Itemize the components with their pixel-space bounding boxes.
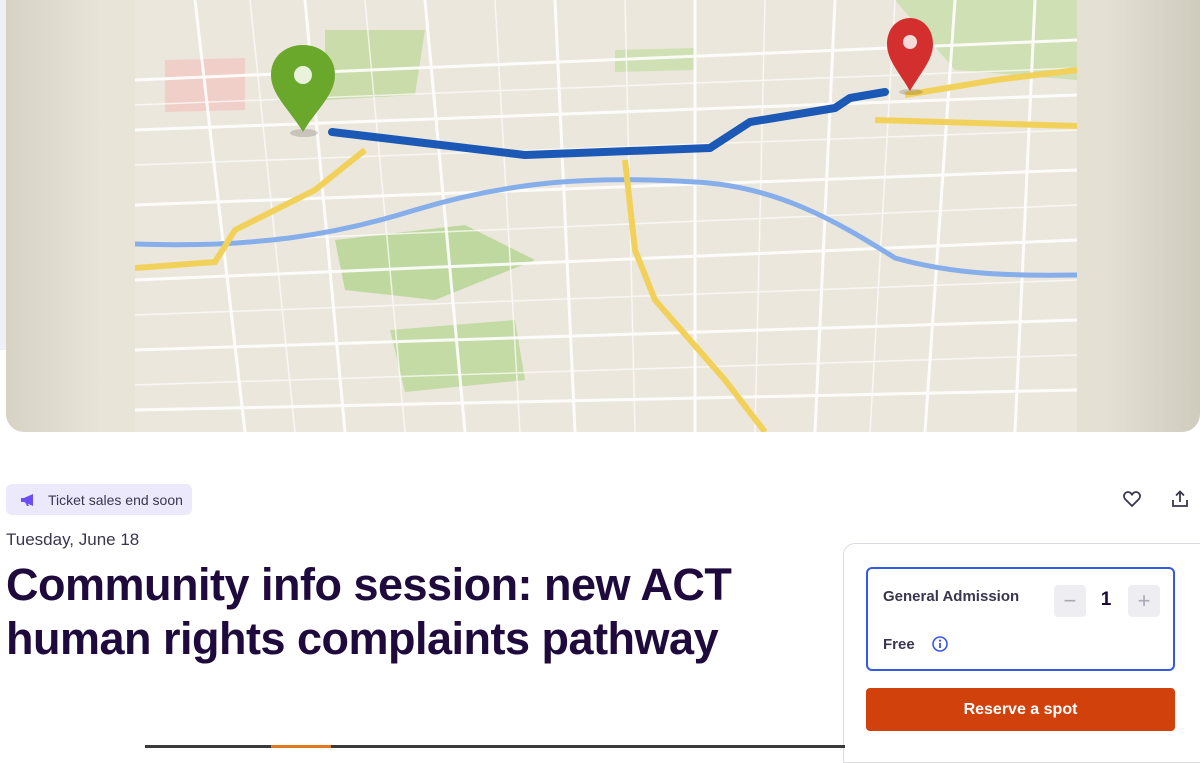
badge-label: Ticket sales end soon (48, 491, 183, 508)
info-icon[interactable] (932, 636, 948, 652)
event-date: Tuesday, June 18 (6, 530, 140, 549)
megaphone-icon (21, 493, 33, 506)
increment-button[interactable]: + (1128, 585, 1160, 617)
quantity-value: 1 (1100, 589, 1112, 610)
decrement-button[interactable]: − (1054, 585, 1086, 617)
ticket-sales-badge: Ticket sales end soon (6, 484, 192, 515)
heart-icon (1123, 491, 1141, 507)
share-icon (1172, 490, 1188, 507)
like-button[interactable] (1118, 485, 1146, 513)
reserve-button[interactable]: Reserve a spot (866, 688, 1175, 731)
ticket-name: General Admission (883, 588, 1020, 605)
ticket-price: Free (883, 636, 915, 653)
event-title: Community info session: new ACT human ri… (6, 559, 732, 664)
event-hero-image (6, 0, 1200, 432)
share-button[interactable] (1166, 485, 1194, 513)
ticket-option[interactable]: General Admission − 1 + Free (866, 567, 1175, 671)
park-area (325, 30, 425, 100)
route-map-illustration (135, 0, 1077, 432)
